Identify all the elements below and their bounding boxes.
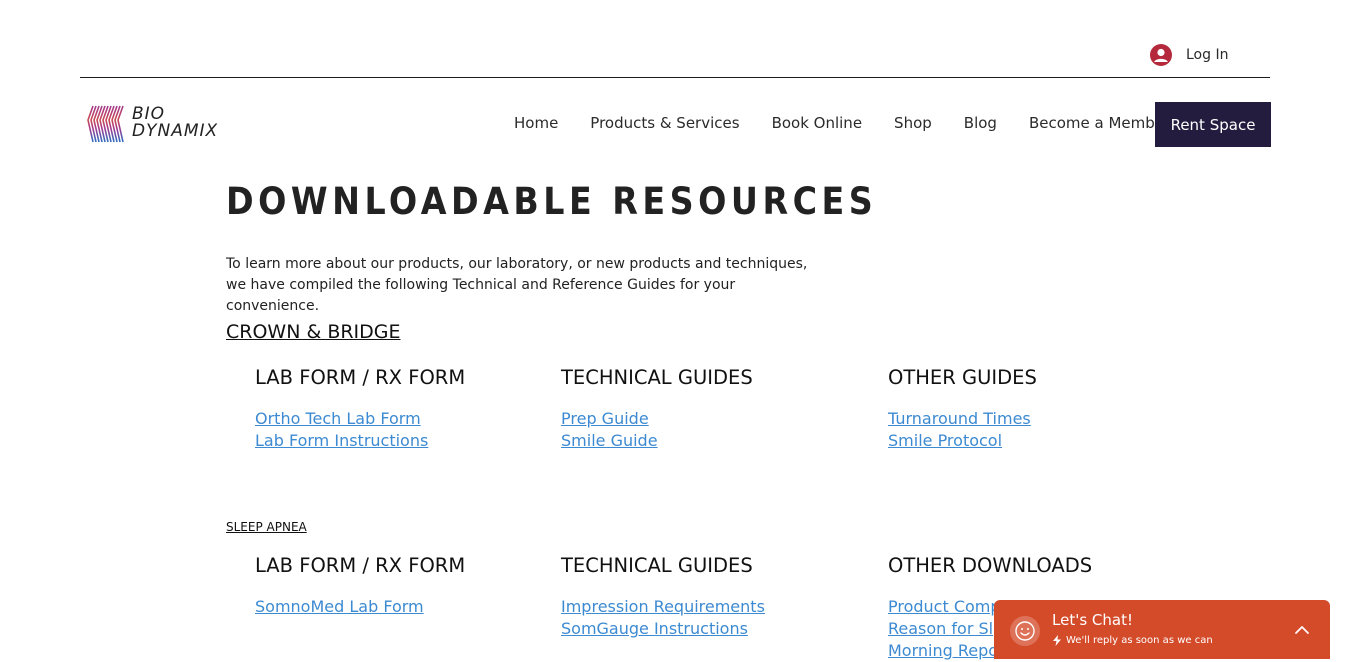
nav-become-member[interactable]: Become a Member xyxy=(1029,114,1170,132)
link-smile-guide[interactable]: Smile Guide xyxy=(561,430,658,452)
logo-mark-icon xyxy=(87,105,124,143)
section-title-sleep-apnea[interactable]: SLEEP APNEA xyxy=(226,520,307,534)
intro-text: To learn more about our products, our la… xyxy=(226,256,808,314)
chat-title: Let's Chat! xyxy=(1052,611,1133,629)
rent-space-button[interactable]: Rent Space xyxy=(1155,102,1271,147)
link-ortho-tech-lab-form[interactable]: Ortho Tech Lab Form xyxy=(255,408,428,430)
nav-book-online[interactable]: Book Online xyxy=(772,114,862,132)
nav-products-services[interactable]: Products & Services xyxy=(590,114,739,132)
link-prep-guide[interactable]: Prep Guide xyxy=(561,408,658,430)
login-label: Log In xyxy=(1186,47,1229,63)
chat-subtitle: We'll reply as soon as we can xyxy=(1066,635,1213,646)
sa-other-downloads-links: Product Comp Reason for Sl Morning Repo xyxy=(888,596,1001,662)
link-somgauge-instructions[interactable]: SomGauge Instructions xyxy=(561,618,765,640)
login-button[interactable]: Log In xyxy=(1150,43,1228,67)
cb-technical-guides-links: Prep Guide Smile Guide xyxy=(561,408,658,452)
cb-technical-guides-heading: TECHNICAL GUIDES xyxy=(561,366,753,389)
nav-home[interactable]: Home xyxy=(514,114,558,132)
sa-lab-form-heading: LAB FORM / RX FORM xyxy=(255,554,466,577)
lightning-icon xyxy=(1053,635,1061,646)
chat-widget[interactable]: Let's Chat! We'll reply as soon as we ca… xyxy=(994,600,1330,659)
logo-line-2: DYNAMIX xyxy=(132,121,219,141)
chevron-up-icon[interactable] xyxy=(1294,622,1310,638)
sa-lab-form-links: SomnoMed Lab Form xyxy=(255,596,424,618)
link-smile-protocol[interactable]: Smile Protocol xyxy=(888,430,1031,452)
link-reason-for-sleep[interactable]: Reason for Sl xyxy=(888,618,1001,640)
section-title-crown-bridge[interactable]: CROWN & BRIDGE xyxy=(226,321,401,343)
cb-lab-form-links: Ortho Tech Lab Form Lab Form Instruction… xyxy=(255,408,428,452)
sa-technical-guides-links: Impression Requirements SomGauge Instruc… xyxy=(561,596,765,640)
sa-technical-guides-heading: TECHNICAL GUIDES xyxy=(561,554,753,577)
nav-shop[interactable]: Shop xyxy=(894,114,932,132)
link-somnomed-lab-form[interactable]: SomnoMed Lab Form xyxy=(255,596,424,618)
nav-blog[interactable]: Blog xyxy=(964,114,997,132)
user-avatar-icon xyxy=(1150,44,1172,66)
logo[interactable]: BIO DYNAMIX xyxy=(85,102,245,146)
cb-other-guides-links: Turnaround Times Smile Protocol xyxy=(888,408,1031,452)
link-lab-form-instructions[interactable]: Lab Form Instructions xyxy=(255,430,428,452)
link-product-comparison[interactable]: Product Comp xyxy=(888,596,1001,618)
cb-lab-form-heading: LAB FORM / RX FORM xyxy=(255,366,466,389)
chat-subtitle-row: We'll reply as soon as we can xyxy=(1052,635,1213,646)
link-turnaround-times[interactable]: Turnaround Times xyxy=(888,408,1031,430)
smiley-icon xyxy=(1010,616,1040,646)
header-divider xyxy=(80,77,1270,78)
page-title: DOWNLOADABLE RESOURCES xyxy=(226,180,878,223)
cb-other-guides-heading: OTHER GUIDES xyxy=(888,366,1037,389)
sa-other-downloads-heading: OTHER DOWNLOADS xyxy=(888,554,1093,577)
main-nav: Home Products & Services Book Online Sho… xyxy=(514,114,1202,132)
link-impression-requirements[interactable]: Impression Requirements xyxy=(561,596,765,618)
logo-text: BIO DYNAMIX xyxy=(132,106,218,140)
